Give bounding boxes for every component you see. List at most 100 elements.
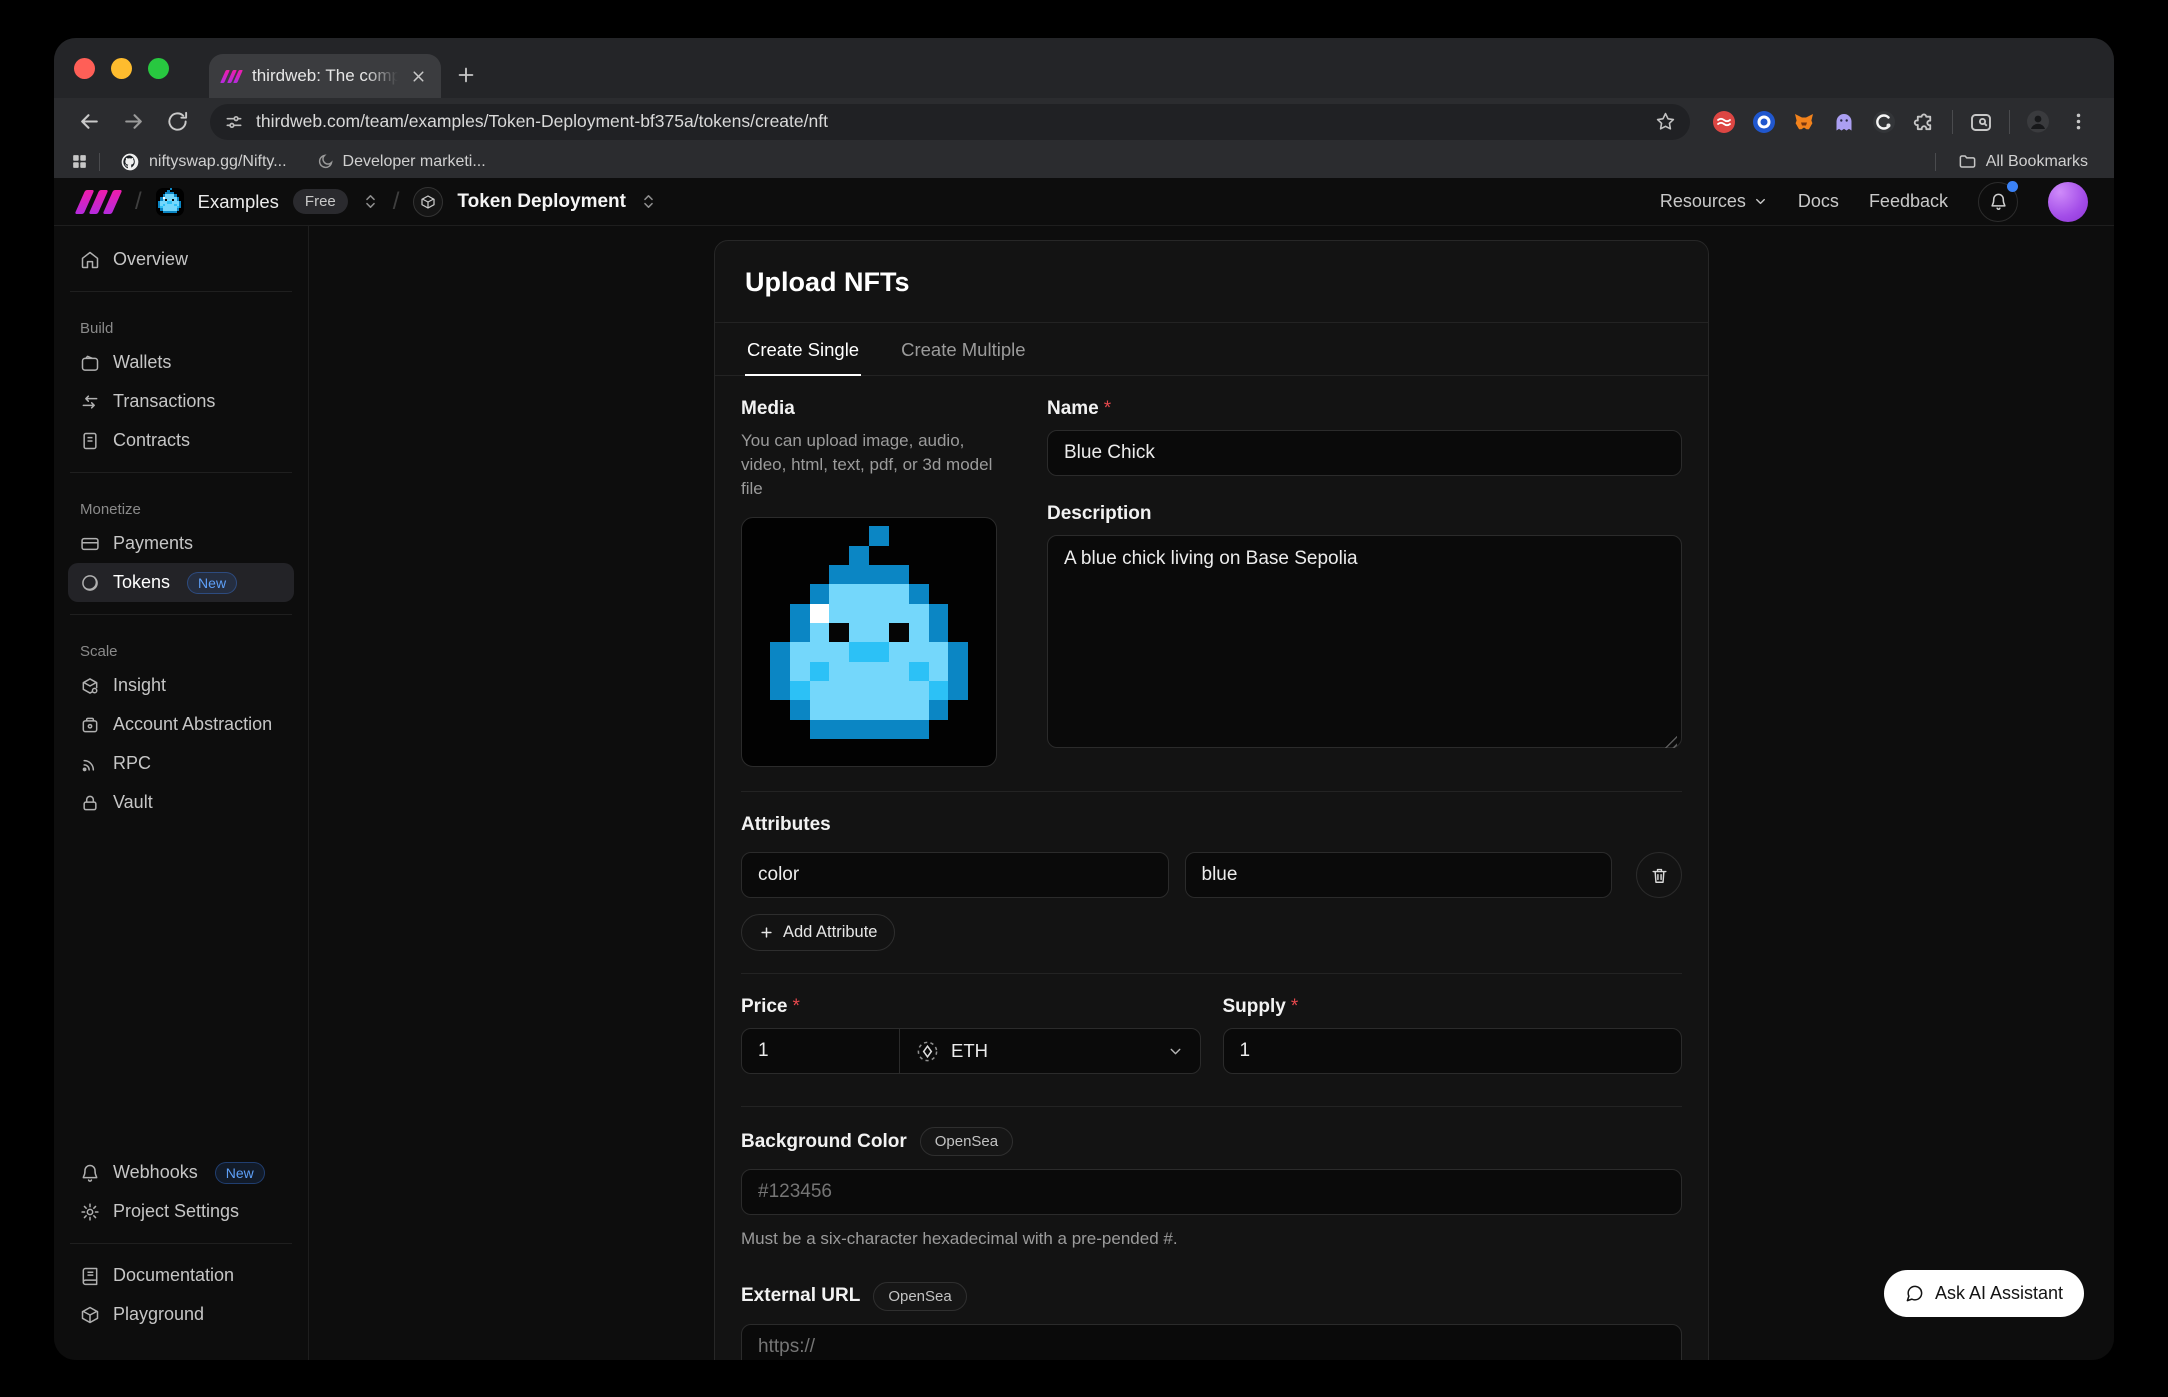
supply-label: Supply* (1223, 996, 1683, 1018)
currency-select[interactable]: ETH (900, 1029, 1200, 1073)
attribute-value-input[interactable] (1185, 852, 1613, 898)
attribute-trait-input[interactable] (741, 852, 1169, 898)
name-input[interactable] (1047, 430, 1682, 476)
browser-tab[interactable]: thirdweb: The complete web3 (209, 54, 441, 98)
new-tab-button[interactable] (455, 64, 477, 86)
bookmark-item-developer-marketing[interactable]: Developer marketi... (307, 153, 496, 171)
team-switcher-chevrons-icon[interactable] (362, 193, 379, 210)
bookmarks-separator (1935, 153, 1936, 171)
minimize-window-button[interactable] (111, 58, 132, 79)
sidebar-item-tokens[interactable]: Tokens New (68, 563, 294, 602)
name-label: Name* (1047, 398, 1682, 420)
extension-metamask-icon[interactable] (1792, 110, 1816, 134)
book-icon (80, 1266, 100, 1286)
chevron-down-icon (1167, 1043, 1184, 1060)
notifications-button[interactable] (1978, 182, 2018, 222)
attributes-section: Attributes Add Attribute (741, 791, 1682, 973)
price-input[interactable]: 1 (742, 1029, 900, 1073)
page-title: Upload NFTs (745, 267, 1678, 298)
nft-image-blue-chick (750, 526, 988, 758)
description-label: Description (1047, 503, 1682, 525)
bookmark-label: niftyswap.gg/Nifty... (149, 153, 287, 171)
chevron-down-icon (1753, 194, 1768, 209)
tab-close-icon[interactable] (410, 68, 427, 85)
sidebar-item-label: Contracts (113, 430, 190, 451)
apps-grid-icon[interactable] (70, 152, 89, 171)
resources-menu[interactable]: Resources (1660, 191, 1768, 212)
main-content: Upload NFTs Create Single Create Multipl… (309, 226, 2114, 1360)
sidebar-item-playground[interactable]: Playground (68, 1295, 294, 1334)
opensea-badge: OpenSea (920, 1127, 1013, 1156)
thirdweb-logo-icon[interactable] (80, 190, 121, 214)
sidebar-item-project-settings[interactable]: Project Settings (68, 1192, 294, 1231)
assistant-label: Ask AI Assistant (1935, 1283, 2063, 1304)
user-avatar[interactable] (2048, 182, 2088, 222)
trash-icon (1650, 866, 1669, 885)
webhook-bell-icon (80, 1163, 100, 1183)
create-tabs: Create Single Create Multiple (715, 323, 1708, 376)
tab-create-multiple[interactable]: Create Multiple (899, 323, 1027, 375)
sidebar-item-transactions[interactable]: Transactions (68, 382, 294, 421)
sidebar-item-documentation[interactable]: Documentation (68, 1256, 294, 1295)
project-switcher-chevrons-icon[interactable] (640, 193, 657, 210)
sidebar-item-label: Transactions (113, 391, 215, 412)
sidebar-item-label: Documentation (113, 1265, 234, 1286)
bookmark-item-niftyswap[interactable]: niftyswap.gg/Nifty... (110, 152, 297, 172)
close-window-button[interactable] (74, 58, 95, 79)
extension-clock-icon[interactable] (1872, 110, 1896, 134)
ask-ai-assistant-button[interactable]: Ask AI Assistant (1884, 1270, 2084, 1317)
site-settings-tune-icon[interactable] (224, 112, 244, 132)
sidebar-item-contracts[interactable]: Contracts (68, 421, 294, 460)
new-badge: New (187, 572, 237, 594)
new-badge: New (215, 1162, 265, 1184)
side-panel-search-icon[interactable] (1969, 110, 1993, 134)
extensions-puzzle-icon[interactable] (1912, 110, 1936, 134)
zoom-window-button[interactable] (148, 58, 169, 79)
all-bookmarks-button[interactable]: All Bookmarks (1948, 152, 2098, 171)
extension-phantom-icon[interactable] (1832, 110, 1856, 134)
github-icon (120, 152, 140, 172)
sidebar-item-vault[interactable]: Vault (68, 783, 294, 822)
project-name[interactable]: Token Deployment (457, 191, 626, 213)
reload-icon[interactable] (158, 103, 196, 141)
sidebar-item-label: Overview (113, 249, 188, 270)
media-upload-box[interactable] (741, 517, 997, 767)
url-bar[interactable]: thirdweb.com/team/examples/Token-Deploym… (210, 104, 1690, 140)
extension-blue-icon[interactable] (1752, 110, 1776, 134)
supply-input[interactable] (1223, 1028, 1683, 1074)
extension-red-icon[interactable] (1712, 110, 1736, 134)
upload-nfts-card: Upload NFTs Create Single Create Multipl… (714, 240, 1709, 1360)
sidebar-section-monetize: Monetize (68, 501, 294, 518)
sidebar-item-label: Wallets (113, 352, 171, 373)
sidebar-divider (70, 472, 292, 473)
add-attribute-button[interactable]: Add Attribute (741, 914, 895, 951)
sidebar-item-insight[interactable]: Insight (68, 666, 294, 705)
back-nav-icon[interactable] (70, 103, 108, 141)
sidebar-item-payments[interactable]: Payments (68, 524, 294, 563)
media-label: Media (741, 398, 999, 420)
delete-attribute-button[interactable] (1636, 852, 1682, 898)
traffic-lights (74, 58, 169, 79)
profile-avatar-icon[interactable] (2026, 110, 2050, 134)
docs-link[interactable]: Docs (1798, 191, 1839, 212)
thirdweb-page: / Examples Free / Token Deployment Resou… (54, 178, 2114, 1360)
background-color-input[interactable] (741, 1169, 1682, 1215)
sidebar-item-overview[interactable]: Overview (68, 240, 294, 279)
browser-menu-kebab-icon[interactable] (2066, 110, 2090, 134)
sidebar-item-wallets[interactable]: Wallets (68, 343, 294, 382)
forward-nav-icon[interactable] (114, 103, 152, 141)
sidebar-item-rpc[interactable]: RPC (68, 744, 294, 783)
team-name[interactable]: Examples (198, 191, 279, 213)
tab-strip: thirdweb: The complete web3 (54, 38, 2114, 98)
sidebar-item-account-abstraction[interactable]: Account Abstraction (68, 705, 294, 744)
feedback-link[interactable]: Feedback (1869, 191, 1948, 212)
tab-title: thirdweb: The complete web3 (252, 66, 398, 86)
resources-label: Resources (1660, 191, 1746, 212)
bookmark-star-icon[interactable] (1655, 111, 1676, 132)
breadcrumb-separator: / (393, 188, 400, 216)
description-textarea[interactable] (1047, 535, 1682, 748)
sidebar-item-label: Project Settings (113, 1201, 239, 1222)
sidebar-item-webhooks[interactable]: Webhooks New (68, 1153, 294, 1192)
tab-create-single[interactable]: Create Single (745, 323, 861, 375)
external-url-input[interactable] (741, 1324, 1682, 1361)
